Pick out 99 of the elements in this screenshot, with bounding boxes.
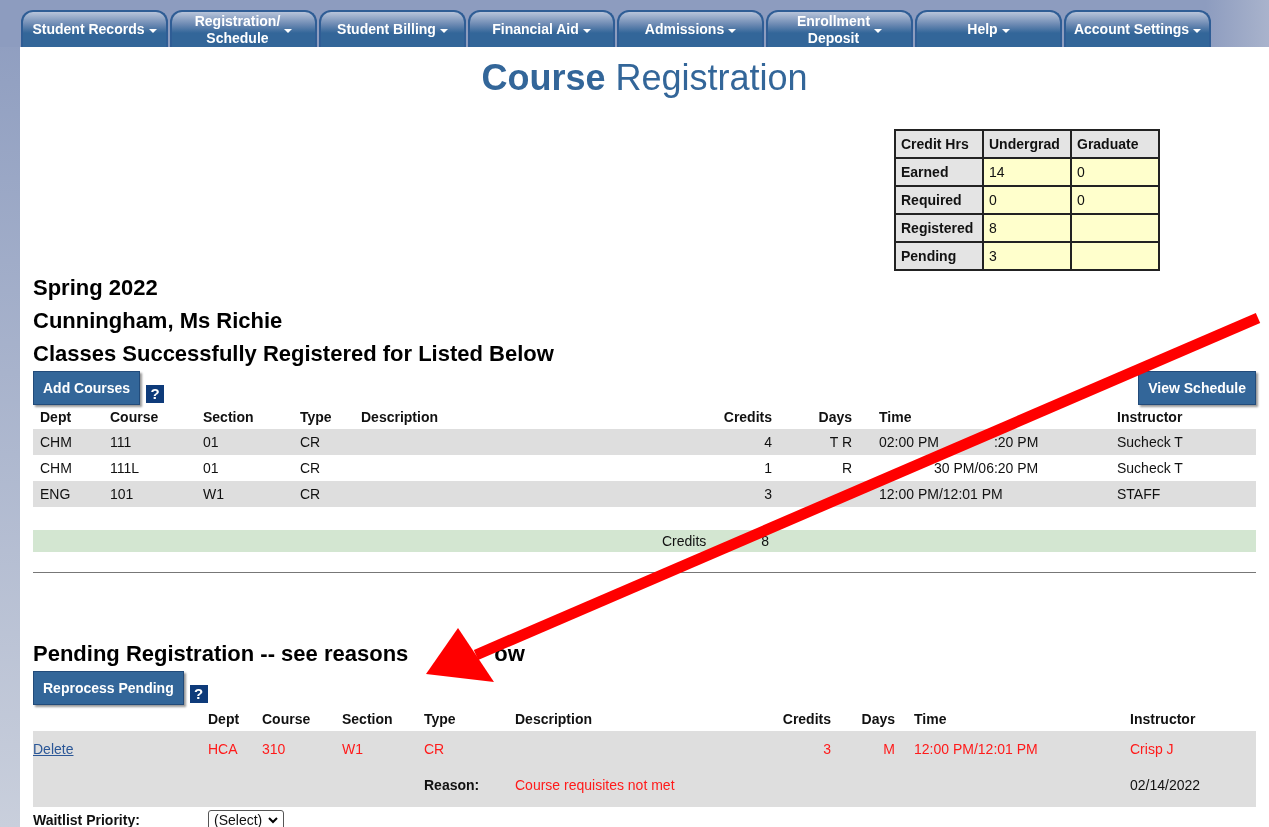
table-cell-text: W1 (203, 486, 225, 502)
section-heading: ow (494, 640, 525, 668)
term-heading: Spring 2022 (33, 274, 159, 302)
total-label: Credits (661, 533, 707, 549)
table-cell-text: CR (300, 486, 322, 502)
table-cell-text: M (882, 741, 895, 757)
nav-tab[interactable]: Admissions (617, 10, 764, 47)
date-text: 02/14/2022 (1130, 777, 1202, 793)
waitlist-label: Waitlist Priority: (33, 812, 141, 827)
column-header: Time (913, 711, 948, 727)
help-button[interactable]: ? (146, 385, 165, 403)
column-header: Dept (40, 409, 73, 425)
table-cell: 30 PM/06:20 PM (934, 460, 1039, 476)
column-header: Days (860, 711, 895, 727)
table-cell-text: CR (300, 434, 322, 450)
caret-icon (1193, 28, 1202, 33)
table-cell: 3 (983, 242, 1071, 270)
table-cell: 0 (983, 186, 1071, 214)
column-header: Type (300, 409, 333, 425)
table-cell-text: CHM (40, 460, 73, 476)
caret-icon (874, 28, 883, 33)
table-cell-text: CR (300, 460, 322, 476)
table-cell-text: Sucheck T (1117, 434, 1184, 450)
reason-text: Course requisites not met (515, 777, 676, 793)
table-cell-text: 01 (203, 434, 220, 450)
section-heading: Classes Successfully Registered for Listed Below (33, 340, 555, 368)
table-cell-text: Crisp J (1130, 741, 1175, 757)
table-cell: 12:00 PM/12:01 PM (879, 486, 1003, 502)
nav-tab[interactable]: Financial Aid (468, 10, 615, 47)
table-cell-text: 01 (203, 460, 220, 476)
table-cell-text: CR (424, 741, 446, 757)
column-header: Undergrad (983, 130, 1071, 158)
reprocess-button[interactable]: Reprocess Pending (33, 671, 184, 705)
help-button[interactable]: ? (189, 685, 208, 703)
table-cell-text: 1 (763, 460, 772, 476)
nav-tab[interactable]: Account Settings (1064, 10, 1211, 47)
row-header: Earned (895, 158, 983, 186)
table-cell-text: 310 (262, 741, 287, 757)
table-cell-text: 3 (822, 741, 831, 757)
column-header: Dept (208, 711, 241, 727)
table-cell-text: 111L (110, 460, 141, 476)
chevron-icon (268, 816, 279, 824)
table-cell-text: Sucheck T (1117, 460, 1184, 476)
nav-tab[interactable]: Student Records (21, 10, 168, 47)
caret-icon (439, 28, 448, 33)
row-header: Registered (895, 214, 983, 242)
column-header: Instructor (1117, 409, 1184, 425)
section-heading: Pending Registration -- see reasons (33, 640, 409, 668)
column-header: Credit Hrs (895, 130, 983, 158)
column-header: Instructor (1130, 711, 1197, 727)
page-title: Course Registration (480, 56, 809, 99)
column-header: Type (424, 711, 457, 727)
nav-tab[interactable]: Registration/ Schedule (170, 10, 317, 47)
table-cell: :20 PM (993, 434, 1039, 450)
nav-tab[interactable]: Student Billing (319, 10, 466, 47)
column-header: Description (515, 711, 593, 727)
table-cell-text: 12:00 PM/12:01 PM (913, 741, 1039, 757)
table-cell-text: CHM (40, 434, 73, 450)
caret-icon (284, 28, 293, 33)
caret-icon (148, 28, 157, 33)
nav-tab[interactable]: Enrollment Deposit (766, 10, 913, 47)
table-cell-text: STAFF (1117, 486, 1162, 502)
table-cell: 0 (1071, 158, 1159, 186)
caret-icon (728, 28, 737, 33)
add-courses-button[interactable]: Add Courses (33, 371, 141, 405)
column-header: Description (361, 409, 439, 425)
column-header: Credits (781, 711, 831, 727)
table-cell: 8 (983, 214, 1071, 242)
table-cell-text: 111 (110, 434, 133, 450)
view-schedule-button[interactable]: View Schedule (1138, 371, 1256, 405)
waitlist-select[interactable]: (Select) (208, 810, 285, 827)
table-cell: 14 (983, 158, 1071, 186)
table-cell-text: ENG (40, 486, 72, 502)
nav-tab[interactable]: Help (915, 10, 1062, 47)
column-header: Time (878, 409, 913, 425)
row-header: Pending (895, 242, 983, 270)
reason-label: Reason: (424, 777, 481, 793)
table-cell-text: 4 (763, 434, 772, 450)
table-cell: 0 (1071, 186, 1159, 214)
column-header: Graduate (1071, 130, 1159, 158)
total-value: 8 (761, 533, 770, 549)
table-cell-text: R (840, 460, 852, 476)
table-cell-text: HCA (208, 741, 239, 757)
student-name: Cunningham, Ms Richie (33, 307, 284, 335)
delete-link[interactable]: Delete (33, 741, 208, 757)
column-header: Section (203, 409, 255, 425)
table-cell-text: T R (828, 434, 852, 450)
table-cell-text: 3 (763, 486, 772, 502)
table-cell: 02:00 PM (879, 434, 939, 450)
table-cell-text: 101 (110, 486, 135, 502)
column-header: Credits (722, 409, 772, 425)
caret-icon (1001, 28, 1010, 33)
column-header: Course (110, 409, 160, 425)
table-cell-text: W1 (342, 741, 364, 757)
column-header: Section (342, 711, 394, 727)
column-header: Days (817, 409, 852, 425)
row-header: Required (895, 186, 983, 214)
column-header: Course (262, 711, 312, 727)
caret-icon (582, 28, 591, 33)
